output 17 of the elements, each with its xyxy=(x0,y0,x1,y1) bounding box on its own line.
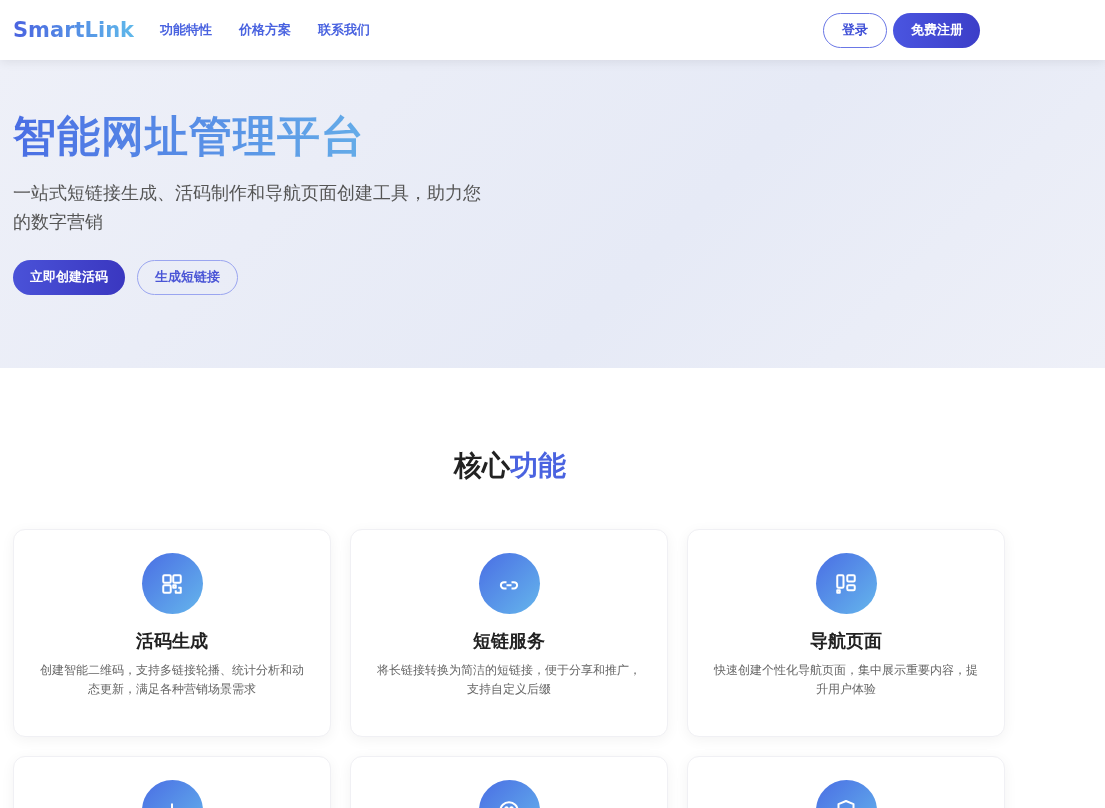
feature-description: 创建智能二维码，支持多链接轮播、统计分析和动态更新，满足各种营销场景需求 xyxy=(39,662,305,698)
nav-link[interactable]: 联系我们 xyxy=(318,21,371,39)
layout-icon xyxy=(815,553,877,614)
feature-description: 快速创建个性化导航页面，集中展示重要内容，提升用户体验 xyxy=(713,662,979,698)
link-icon xyxy=(478,553,540,614)
signup-button[interactable]: 免费注册 xyxy=(893,12,980,48)
section-title: 核心功能 xyxy=(453,448,566,484)
feature-title: 短链服务 xyxy=(473,629,545,653)
qr-code-icon xyxy=(141,553,203,614)
feature-description: 将长链接转换为简洁的短链接，便于分享和推广，支持自定义后缀 xyxy=(376,662,642,698)
login-button[interactable]: 登录 xyxy=(823,12,887,48)
hero-subtitle: 一站式短链接生成、活码制作和导航页面创建工具，助力您的数字营销 xyxy=(13,181,482,234)
nav-link[interactable]: 价格方案 xyxy=(239,21,292,39)
nav-link[interactable]: 功能特性 xyxy=(160,21,213,39)
create-qr-button[interactable]: 立即创建活码 xyxy=(13,260,125,295)
feature-title: 活码生成 xyxy=(136,629,208,653)
feature-title: 导航页面 xyxy=(810,629,882,653)
